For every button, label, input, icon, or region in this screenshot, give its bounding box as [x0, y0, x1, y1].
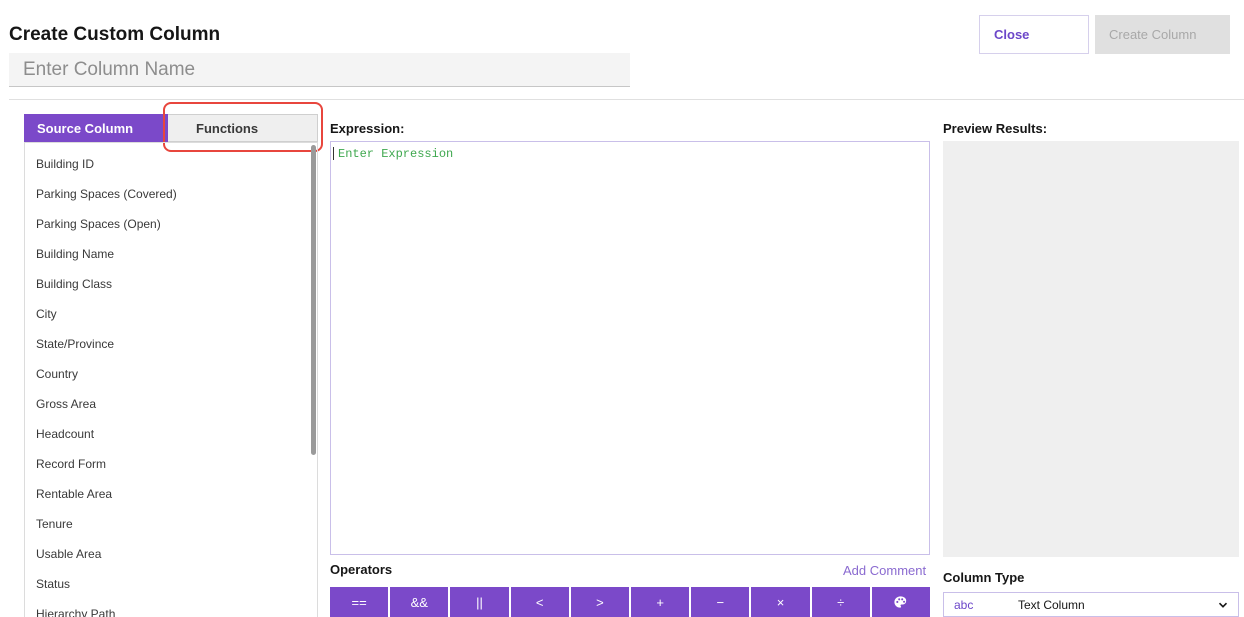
column-type-value: Text Column: [1018, 597, 1085, 612]
expression-label: Expression:: [330, 121, 405, 136]
operator-plus-button[interactable]: +: [631, 587, 690, 617]
create-column-button[interactable]: Create Column: [1095, 15, 1230, 54]
preview-results-label: Preview Results:: [943, 121, 1048, 136]
list-item[interactable]: Tenure: [25, 509, 317, 539]
operator-divide-button[interactable]: ÷: [811, 587, 870, 617]
header-divider: [9, 99, 1244, 100]
list-item[interactable]: Rentable Area: [25, 479, 317, 509]
column-type-prefix: abc: [954, 597, 974, 612]
column-name-input[interactable]: [9, 53, 630, 87]
operator-minus-button[interactable]: −: [691, 587, 750, 617]
operator-and-button[interactable]: &&: [390, 587, 449, 617]
operator-toolbar: == && || < > + − × ÷: [330, 587, 931, 617]
operator-equals-button[interactable]: ==: [330, 587, 389, 617]
list-item[interactable]: Building ID: [25, 149, 317, 179]
page-title: Create Custom Column: [9, 24, 221, 45]
close-button[interactable]: Close: [979, 15, 1089, 54]
list-item[interactable]: City: [25, 299, 317, 329]
list-item[interactable]: Country: [25, 359, 317, 389]
list-item[interactable]: Hierarchy Path: [25, 599, 317, 617]
list-item[interactable]: Headcount: [25, 419, 317, 449]
column-type-select[interactable]: abc Text Column: [943, 592, 1239, 617]
expression-editor[interactable]: [330, 141, 930, 555]
list-item[interactable]: Building Name: [25, 239, 317, 269]
palette-icon: [894, 595, 907, 608]
list-item[interactable]: Parking Spaces (Covered): [25, 179, 317, 209]
preview-results-panel: [943, 141, 1239, 557]
palette-button[interactable]: [871, 587, 931, 617]
list-item[interactable]: Record Form: [25, 449, 317, 479]
list-item[interactable]: Status: [25, 569, 317, 599]
source-column-list: Building ID Parking Spaces (Covered) Par…: [24, 142, 318, 617]
operators-label: Operators: [330, 562, 393, 577]
list-scrollbar[interactable]: [311, 145, 316, 455]
operator-multiply-button[interactable]: ×: [751, 587, 810, 617]
list-item[interactable]: Gross Area: [25, 389, 317, 419]
list-item[interactable]: Building Class: [25, 269, 317, 299]
source-tabs: Source Column Functions: [24, 114, 318, 142]
column-type-label: Column Type: [943, 570, 1025, 585]
operator-greater-than-button[interactable]: >: [570, 587, 630, 617]
text-caret: [333, 147, 334, 160]
list-item[interactable]: Usable Area: [25, 539, 317, 569]
chevron-down-icon: [1218, 602, 1228, 608]
tab-source-column[interactable]: Source Column: [24, 114, 168, 142]
list-item[interactable]: Parking Spaces (Open): [25, 209, 317, 239]
list-item[interactable]: State/Province: [25, 329, 317, 359]
operator-or-button[interactable]: ||: [450, 587, 509, 617]
operator-less-than-button[interactable]: <: [510, 587, 569, 617]
tab-functions[interactable]: Functions: [168, 114, 318, 142]
add-comment-link[interactable]: Add Comment: [843, 563, 926, 578]
